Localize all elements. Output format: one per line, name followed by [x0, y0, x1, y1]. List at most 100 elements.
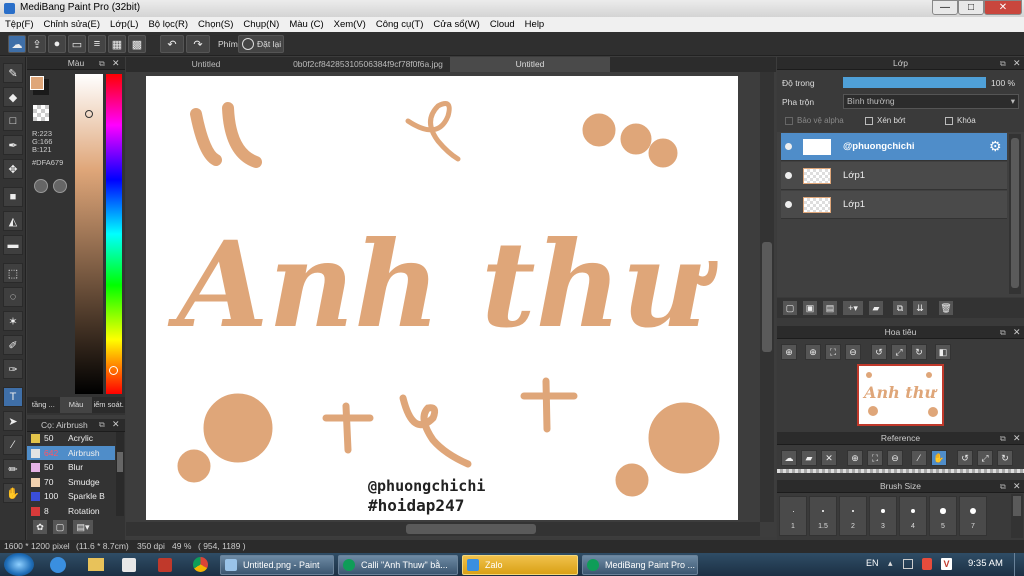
popout-icon[interactable]: ⧉	[1000, 59, 1006, 69]
tab-mau[interactable]: Màu	[59, 397, 93, 413]
fit-screen-icon[interactable]: ⤢	[977, 450, 993, 466]
explorer-icon[interactable]	[88, 558, 104, 571]
close-button[interactable]: ✕	[984, 0, 1022, 15]
magic-wand-icon[interactable]: ✶	[3, 311, 23, 331]
brush-item[interactable]: 50 Blur	[27, 460, 115, 475]
blend-select[interactable]: Bình thường ▾	[843, 94, 1019, 109]
navigator-preview[interactable]: Anh thư	[857, 364, 944, 426]
document-icon[interactable]: ≡	[88, 35, 106, 53]
cloud-icon[interactable]: ☁	[8, 35, 26, 53]
duplicate-layer-icon[interactable]: ⧉	[892, 300, 908, 316]
brush-item[interactable]: 70 Smudge	[27, 475, 115, 490]
eye-icon[interactable]	[785, 143, 792, 150]
task-chrome[interactable]: Calli "Anh Thuw" bằ...	[338, 555, 458, 575]
task-zalo[interactable]: Zalo	[462, 555, 578, 575]
rect-select-icon[interactable]: □	[3, 111, 23, 131]
tray-app-icon[interactable]	[922, 558, 932, 570]
new-brush-icon[interactable]: ▢	[52, 519, 68, 535]
select-eraser-icon[interactable]: ✑	[3, 359, 23, 379]
brush-size-cell[interactable]: 1	[779, 496, 807, 536]
zoom-out-icon[interactable]: ⊖	[845, 344, 861, 360]
foreground-swatch[interactable]	[30, 76, 44, 90]
bucket-icon[interactable]: ◭	[3, 211, 23, 231]
menu-item[interactable]: Công cụ(T)	[371, 19, 429, 30]
zoom-in-icon[interactable]: ⊕	[847, 450, 863, 466]
task-paint[interactable]: Untitled.png - Paint	[220, 555, 334, 575]
new-layer-icon[interactable]: ▢	[782, 300, 798, 316]
fill-rect-icon[interactable]: ■	[3, 187, 23, 207]
chat-icon[interactable]: ▭	[68, 35, 86, 53]
minimize-button[interactable]: —	[932, 0, 958, 15]
gradient-icon[interactable]: ▬	[3, 235, 23, 255]
doc-tab[interactable]: Untitled	[126, 57, 286, 72]
tray-v-icon[interactable]: V	[941, 558, 952, 570]
brush-menu-icon[interactable]: ▤▾	[72, 519, 94, 535]
layer-row[interactable]: Lớp1	[781, 162, 1007, 190]
redo-icon[interactable]: ↷	[186, 35, 210, 53]
gear-icon[interactable]: ⚙	[989, 138, 1002, 155]
new-8bit-layer-icon[interactable]: ▤	[822, 300, 838, 316]
maximize-button[interactable]: □	[958, 0, 984, 15]
zoom-out-icon[interactable]: ⊖	[887, 450, 903, 466]
brush-scrollbar[interactable]	[116, 432, 124, 516]
rotate-right-icon[interactable]: ↻	[911, 344, 927, 360]
panel-close-icon[interactable]: ✕	[1013, 433, 1021, 444]
language-indicator[interactable]: EN	[866, 558, 879, 568]
brush-item[interactable]: 100 Sparkle B	[27, 489, 115, 504]
panel-close-icon[interactable]: ✕	[1013, 481, 1021, 492]
eraser-icon[interactable]: ◆	[3, 87, 23, 107]
close-icon[interactable]: ✕	[821, 450, 837, 466]
folder-icon[interactable]: ▰	[868, 300, 884, 316]
brush-size-scrollbar[interactable]	[1011, 494, 1023, 538]
merge-layer-icon[interactable]: ⇊	[912, 300, 928, 316]
protect-alpha-checkbox[interactable]	[785, 117, 793, 125]
fit-screen-icon[interactable]: ⤢	[891, 344, 907, 360]
pen-tool-icon[interactable]: ✏	[3, 459, 23, 479]
zoom-in-icon[interactable]: ⊕	[805, 344, 821, 360]
panel-close-icon[interactable]: ✕	[1013, 58, 1021, 69]
eye-icon[interactable]	[785, 201, 792, 208]
brush-item[interactable]: 8 Rotation	[27, 504, 115, 518]
media-player-icon[interactable]	[122, 558, 136, 572]
hue-slider[interactable]	[106, 74, 122, 394]
new-halftone-layer-icon[interactable]: ▣	[802, 300, 818, 316]
palette-add-icon[interactable]	[53, 179, 67, 193]
pen-icon[interactable]: ✒	[3, 135, 23, 155]
popout-icon[interactable]: ⧉	[99, 59, 105, 69]
brush-size-cell[interactable]: 7	[959, 496, 987, 536]
panel-close-icon[interactable]: ✕	[112, 419, 120, 430]
layer-row[interactable]: @phuongchichi ⚙	[781, 133, 1007, 161]
popout-icon[interactable]: ⧉	[1000, 482, 1006, 492]
doc-tab[interactable]: 0b0f2cf84285310506384f9cf78f0f6a.jpg	[288, 57, 448, 72]
eyedropper-icon[interactable]: ⁄	[3, 435, 23, 455]
popout-icon[interactable]: ⧉	[1000, 328, 1006, 338]
popout-icon[interactable]: ⧉	[1000, 434, 1006, 444]
panel-close-icon[interactable]: ✕	[1013, 327, 1021, 338]
hand-icon[interactable]: ✋	[3, 483, 23, 503]
task-medibang[interactable]: MediBang Paint Pro ...	[582, 555, 698, 575]
menu-item[interactable]: Bộ lọc(R)	[143, 19, 193, 30]
fit-icon[interactable]: ⛶	[867, 450, 883, 466]
ie-icon[interactable]	[50, 557, 66, 573]
reset-button[interactable]: Đặt lại	[238, 35, 284, 53]
comment-icon[interactable]: ●	[48, 35, 66, 53]
layer-row[interactable]: Lớp1	[781, 191, 1007, 219]
eyedropper-icon[interactable]: ⁄	[911, 450, 927, 466]
move-icon[interactable]: ✥	[3, 159, 23, 179]
canvas-area[interactable]: Anh thư @phuongchichi #hoidap247	[126, 72, 776, 537]
hue-handle[interactable]	[109, 366, 118, 375]
select-pen-icon[interactable]: ✐	[3, 335, 23, 355]
brush-item[interactable]: 642 Airbrush	[27, 445, 115, 460]
opacity-slider[interactable]	[843, 77, 986, 88]
brush-size-cell[interactable]: 4	[899, 496, 927, 536]
brightness-slider[interactable]	[75, 74, 103, 394]
vertical-scrollbar[interactable]	[760, 72, 774, 522]
menu-item[interactable]: Chỉnh sửa(E)	[39, 19, 106, 30]
tray-network-icon[interactable]	[903, 559, 913, 569]
tab-tang[interactable]: tầng ...	[27, 397, 60, 413]
menu-item[interactable]: Xem(V)	[329, 19, 371, 30]
clipping-checkbox[interactable]	[865, 117, 873, 125]
brush-icon[interactable]: ✎	[3, 63, 23, 83]
menu-item[interactable]: Chọn(S)	[193, 19, 238, 30]
rotate-left-icon[interactable]: ↺	[871, 344, 887, 360]
